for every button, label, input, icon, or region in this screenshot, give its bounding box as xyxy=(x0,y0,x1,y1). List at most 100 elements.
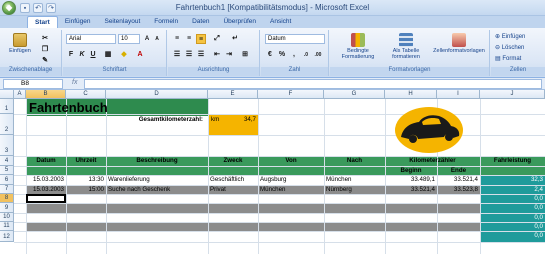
font-color-icon[interactable]: A xyxy=(135,50,145,60)
row-header-3[interactable]: 3 xyxy=(0,135,14,156)
row-header-5[interactable]: 5 xyxy=(0,166,14,175)
function-icon[interactable]: fx xyxy=(72,79,77,86)
decrease-indent-icon[interactable]: ⇤ xyxy=(212,50,222,60)
cell-fahrleistung[interactable]: 32,3 xyxy=(480,176,545,184)
format-as-table-button[interactable]: Als Tabelle formatieren xyxy=(384,33,428,60)
row-header-6[interactable]: 6 xyxy=(0,175,14,185)
row-header-12[interactable]: 12 xyxy=(0,231,14,242)
cell-datum[interactable]: 15.03.2003 xyxy=(26,176,66,184)
column-header-g[interactable]: G xyxy=(324,90,385,99)
cell-fahrleistung[interactable]: 0,0 xyxy=(480,204,545,212)
paste-button[interactable]: Einfügen xyxy=(5,33,35,54)
cell-uhrzeit[interactable]: 13:30 xyxy=(66,176,106,184)
orientation-icon[interactable]: ⤢ xyxy=(212,34,222,44)
cell-fahrleistung[interactable]: 0,0 xyxy=(480,223,545,231)
conditional-formatting-button[interactable]: Bedingte Formatierung xyxy=(336,33,380,60)
percent-icon[interactable]: % xyxy=(277,50,287,60)
cell-beginn[interactable]: 33.521,4 xyxy=(385,186,437,194)
cell-uhrzeit[interactable]: 15:00 xyxy=(66,186,106,194)
header-zweck: Zweck xyxy=(223,157,243,164)
number-group: Datum € % , .0 .00 Zahl xyxy=(261,30,329,76)
cell-zweck[interactable]: Geschäftlich xyxy=(208,176,258,184)
font-size-select[interactable]: 10 xyxy=(118,34,140,44)
worksheet-grid[interactable]: A B C D E F G H I J 1 2 3 4 5 6 7 8 9 10 11 12 Fahrtenbuch Gesa… xyxy=(0,90,545,254)
fill-color-icon[interactable]: ◆ xyxy=(119,50,129,60)
row-header-10[interactable]: 10 xyxy=(0,213,14,222)
column-header-a[interactable]: A xyxy=(14,90,26,99)
tab-formeln[interactable]: Formeln xyxy=(147,16,185,28)
align-bottom-icon[interactable]: ≡ xyxy=(196,34,206,44)
corner-select-all[interactable] xyxy=(0,90,14,99)
decrease-decimal-icon[interactable]: .00 xyxy=(313,50,323,60)
cell-beschreibung[interactable]: Suche nach Geschenk xyxy=(106,186,208,194)
tab-daten[interactable]: Daten xyxy=(185,16,216,28)
cell-styles-button[interactable]: Zellenformatvorlagen xyxy=(430,33,488,54)
tab-ueberpruefen[interactable]: Überprüfen xyxy=(216,16,263,28)
increase-indent-icon[interactable]: ⇥ xyxy=(224,50,234,60)
cell-ende[interactable]: 33.523,8 xyxy=(437,186,480,194)
column-header-e[interactable]: E xyxy=(208,90,258,99)
tab-seitenlayout[interactable]: Seitenlayout xyxy=(97,16,147,28)
font-name-select[interactable]: Arial xyxy=(66,34,116,44)
number-format-select[interactable]: Datum xyxy=(265,34,325,44)
align-left-icon[interactable]: ☰ xyxy=(172,50,182,60)
align-top-icon[interactable]: ≡ xyxy=(172,34,182,44)
increase-decimal-icon[interactable]: .0 xyxy=(301,50,311,60)
column-header-j[interactable]: J xyxy=(480,90,545,99)
gridline xyxy=(14,222,545,223)
merge-center-icon[interactable]: ⊞ xyxy=(240,50,250,60)
format-cells-button[interactable]: ▤ Format xyxy=(495,55,521,62)
border-icon[interactable]: ▦ xyxy=(103,50,113,60)
grow-font-icon[interactable]: A xyxy=(142,34,152,44)
cell-fahrleistung[interactable]: 0,0 xyxy=(480,195,545,203)
clipboard-icon xyxy=(13,33,27,47)
name-box[interactable]: B8 xyxy=(3,79,63,89)
row-header-8[interactable]: 8 xyxy=(0,194,14,203)
row-header-7[interactable]: 7 xyxy=(0,185,14,194)
cell-von[interactable]: München xyxy=(258,186,324,194)
format-painter-icon[interactable]: ✎ xyxy=(40,56,50,66)
cell-fahrleistung[interactable]: 0,0 xyxy=(480,232,545,240)
row-header-9[interactable]: 9 xyxy=(0,203,14,213)
cut-icon[interactable]: ✂ xyxy=(40,34,50,44)
cell-zweck[interactable]: Privat xyxy=(208,186,258,194)
row-header-2[interactable]: 2 xyxy=(0,114,14,135)
align-right-icon[interactable]: ☰ xyxy=(196,50,206,60)
cell-nach[interactable]: München xyxy=(324,176,385,184)
currency-icon[interactable]: € xyxy=(265,50,275,60)
bold-button[interactable]: F xyxy=(66,50,76,60)
tab-start[interactable]: Start xyxy=(27,16,58,28)
column-header-b[interactable]: B xyxy=(26,90,66,99)
column-header-h[interactable]: H xyxy=(385,90,437,99)
row-header-11[interactable]: 11 xyxy=(0,222,14,231)
cell-nach[interactable]: Nürnberg xyxy=(324,186,385,194)
column-header-c[interactable]: C xyxy=(66,90,106,99)
align-middle-icon[interactable]: ≡ xyxy=(184,34,194,44)
formula-input[interactable] xyxy=(84,79,542,89)
cell-beschreibung[interactable]: Warenlieferung xyxy=(106,176,208,184)
insert-cells-button[interactable]: ⊕ Einfügen xyxy=(495,33,525,40)
tab-einfuegen[interactable]: Einfügen xyxy=(58,16,98,28)
underline-button[interactable]: U xyxy=(88,50,98,60)
copy-icon[interactable]: ❐ xyxy=(40,45,50,55)
cell-fahrleistung[interactable]: 2,4 xyxy=(480,186,545,194)
align-center-icon[interactable]: ☰ xyxy=(184,50,194,60)
italic-button[interactable]: K xyxy=(77,50,87,60)
wrap-text-icon[interactable]: ↵ xyxy=(230,34,240,44)
tab-ansicht[interactable]: Ansicht xyxy=(263,16,298,28)
cell-beginn[interactable]: 33.489,1 xyxy=(385,176,437,184)
column-header-d[interactable]: D xyxy=(106,90,208,99)
cell-von[interactable]: Augsburg xyxy=(258,176,324,184)
column-header-i[interactable]: I xyxy=(437,90,480,99)
thousands-icon[interactable]: , xyxy=(289,50,299,60)
shrink-font-icon[interactable]: A xyxy=(152,34,162,44)
row-header-1[interactable]: 1 xyxy=(0,99,14,114)
cell-fahrleistung[interactable]: 0,0 xyxy=(480,214,545,222)
column-header-f[interactable]: F xyxy=(258,90,324,99)
selected-cell[interactable] xyxy=(26,194,66,203)
delete-cells-button[interactable]: ⊖ Löschen xyxy=(495,44,524,51)
row-header-4[interactable]: 4 xyxy=(0,156,14,166)
cell-datum[interactable]: 15.03.2003 xyxy=(26,186,66,194)
cell-ende[interactable]: 33.521,4 xyxy=(437,176,480,184)
car-logo-icon xyxy=(395,107,463,153)
